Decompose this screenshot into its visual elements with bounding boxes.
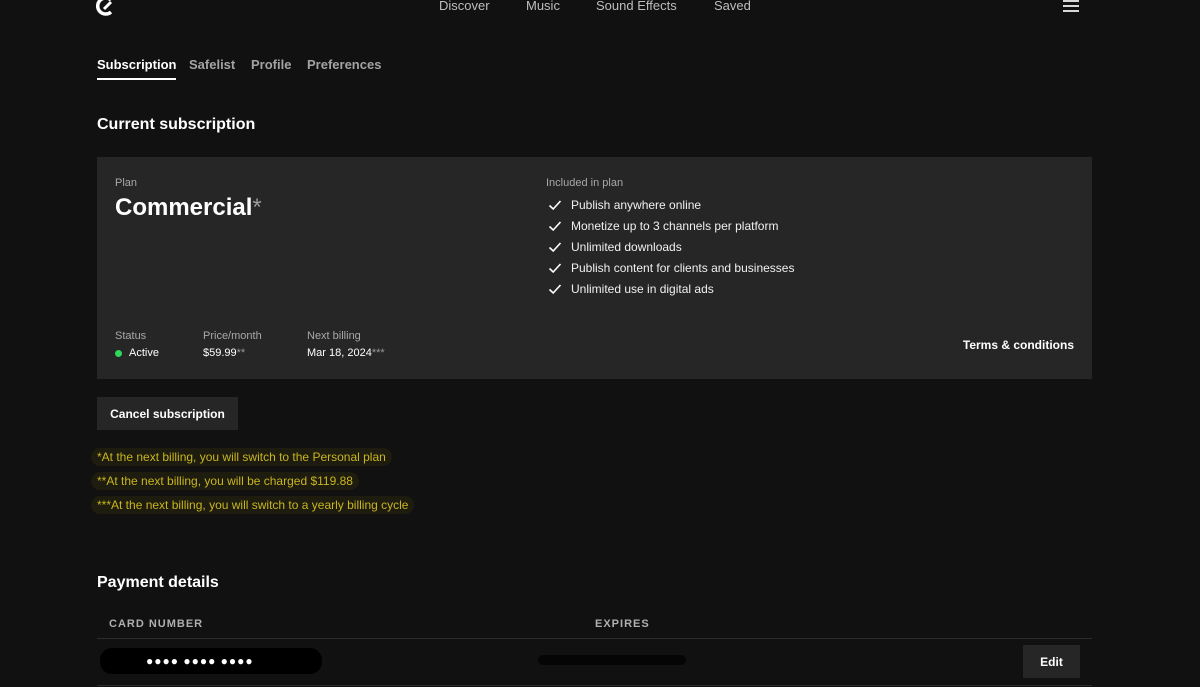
account-subscription-page: Discover Music Sound Effects Saved Subsc… — [0, 0, 1200, 687]
edit-payment-button[interactable]: Edit — [1023, 645, 1080, 678]
current-subscription-title: Current subscription — [97, 116, 256, 133]
checkmark-icon — [548, 199, 562, 210]
plan-marker: * — [252, 194, 262, 221]
feature-text: Monetize up to 3 channels per platform — [571, 218, 779, 233]
subscription-card: Plan Commercial* Included in plan Publis… — [97, 157, 1092, 379]
status-badge: Active — [115, 347, 159, 359]
price-value: $59.99** — [203, 347, 245, 359]
column-header-expires: EXPIRES — [595, 618, 650, 630]
nav-link-discover[interactable]: Discover — [439, 0, 490, 13]
feature-text: Publish anywhere online — [571, 197, 702, 212]
feature-text: Unlimited use in digital ads — [571, 281, 714, 296]
cancel-subscription-button[interactable]: Cancel subscription — [97, 397, 238, 430]
checkmark-icon — [548, 283, 562, 294]
status-label: Status — [115, 330, 147, 342]
next-billing-date: Mar 18, 2024 — [307, 347, 372, 359]
tab-profile[interactable]: Profile — [251, 57, 291, 78]
card-number-value: ●●●● ●●●● ●●●● — [100, 648, 322, 674]
status-value: Active — [129, 347, 159, 359]
feature-item: Unlimited downloads — [548, 236, 794, 257]
feature-item: Monetize up to 3 channels per platform — [548, 215, 794, 236]
status-dot-icon — [115, 349, 122, 357]
tab-safelist[interactable]: Safelist — [189, 57, 235, 78]
billing-note: ***At the next billing, you will switch … — [91, 496, 415, 514]
price-marker: ** — [236, 347, 246, 359]
next-billing-marker: *** — [371, 347, 385, 359]
feature-text: Unlimited downloads — [571, 239, 682, 254]
plan-label: Plan — [115, 177, 138, 189]
nav-link-music[interactable]: Music — [526, 0, 560, 13]
tab-subscription[interactable]: Subscription — [97, 57, 177, 80]
feature-text: Publish content for clients and business… — [571, 260, 795, 275]
price-label: Price/month — [203, 330, 262, 342]
expires-value — [538, 655, 686, 665]
feature-item: Publish anywhere online — [548, 194, 794, 215]
feature-list: Publish anywhere online Monetize up to 3… — [548, 194, 794, 299]
nav-link-sound-effects[interactable]: Sound Effects — [596, 0, 677, 13]
top-nav: Discover Music Sound Effects Saved — [0, 0, 1200, 14]
tab-preferences[interactable]: Preferences — [307, 57, 381, 78]
plan-name: Commercial* — [115, 194, 262, 222]
feature-item: Unlimited use in digital ads — [548, 278, 794, 299]
table-divider — [97, 638, 1092, 639]
checkmark-icon — [548, 220, 562, 231]
included-in-plan-label: Included in plan — [546, 177, 624, 189]
checkmark-icon — [548, 241, 562, 252]
nav-link-saved[interactable]: Saved — [714, 0, 751, 13]
payment-details-title: Payment details — [97, 574, 219, 591]
billing-note: **At the next billing, you will be charg… — [91, 472, 359, 490]
hamburger-menu-icon[interactable] — [1063, 0, 1079, 14]
column-header-card-number: CARD NUMBER — [109, 618, 204, 630]
plan-name-text: Commercial — [115, 194, 253, 221]
feature-item: Publish content for clients and business… — [548, 257, 794, 278]
price-amount: $59.99 — [203, 347, 237, 359]
next-billing-label: Next billing — [307, 330, 361, 342]
next-billing-value: Mar 18, 2024*** — [307, 347, 385, 359]
table-divider — [97, 685, 1092, 686]
checkmark-icon — [548, 262, 562, 273]
billing-note: *At the next billing, you will switch to… — [91, 448, 392, 466]
terms-conditions-link[interactable]: Terms & conditions — [963, 338, 1074, 352]
